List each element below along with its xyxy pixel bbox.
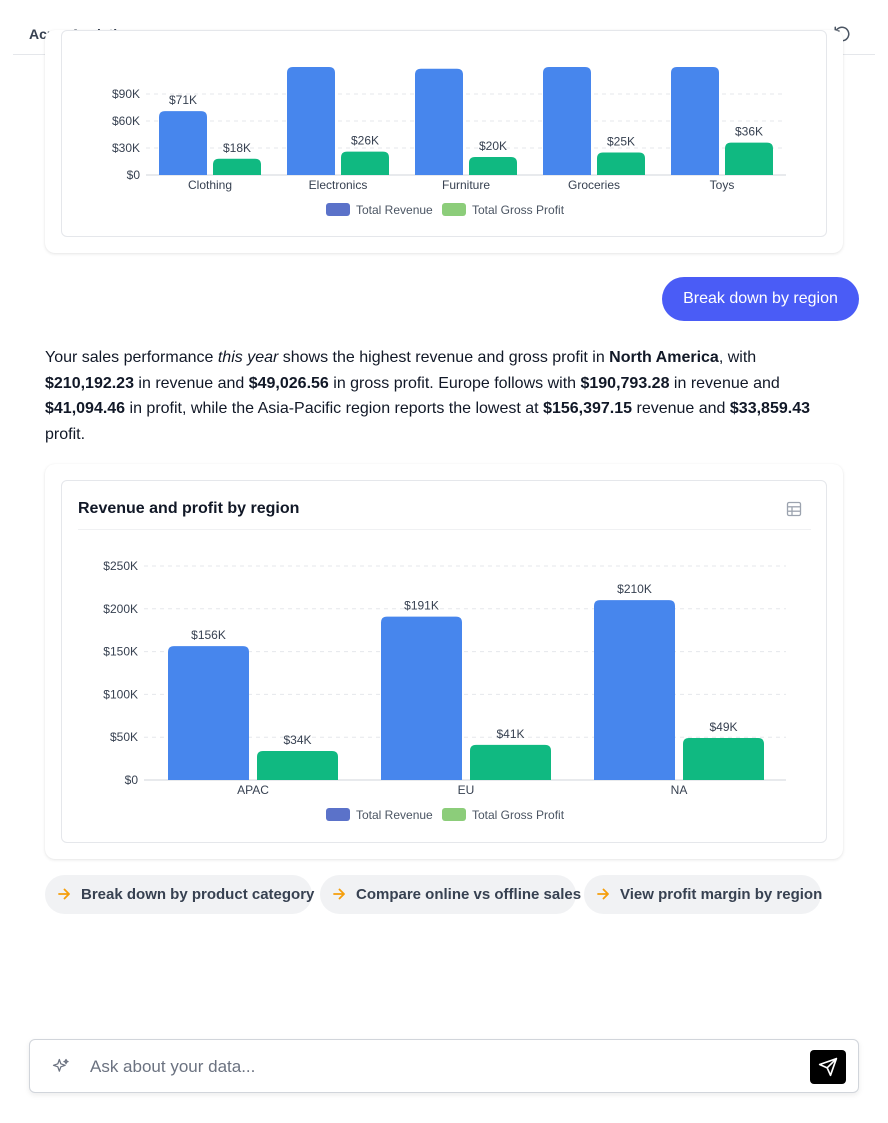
- arrow-right-icon: [597, 888, 609, 900]
- y-tick-label: $60K: [112, 114, 140, 128]
- data-label: $49K: [709, 720, 737, 734]
- legend-swatch: [326, 808, 350, 821]
- x-tick-label: Groceries: [568, 178, 620, 192]
- bar: [159, 111, 207, 175]
- x-tick-label: Toys: [710, 178, 735, 192]
- y-tick-label: $50K: [110, 730, 138, 744]
- x-tick-label: Electronics: [309, 178, 368, 192]
- chat-input-bar: [29, 1039, 859, 1093]
- data-label: $156K: [191, 628, 226, 642]
- suggestion-chip[interactable]: Compare online vs offline sales: [320, 875, 581, 914]
- region-chart-card: Revenue and profit by region $0 $50K $100K…: [45, 464, 843, 859]
- legend-swatch: [442, 203, 466, 216]
- y-tick-label: $100K: [103, 687, 138, 701]
- bar: [594, 600, 675, 780]
- send-button[interactable]: [810, 1050, 846, 1084]
- x-tick-label: Clothing: [188, 178, 232, 192]
- data-label: $26K: [351, 134, 379, 148]
- arrow-right-icon: [333, 888, 345, 900]
- x-tick-label: APAC: [237, 783, 269, 797]
- legend-swatch: [326, 203, 350, 216]
- data-label: $20K: [479, 139, 507, 153]
- user-message: Break down by region: [662, 277, 859, 321]
- data-label: $36K: [735, 125, 763, 139]
- assistant-summary: Your sales performance this year shows t…: [45, 349, 810, 444]
- bar: [415, 68, 463, 175]
- bar: [597, 152, 645, 175]
- data-label: $41K: [496, 727, 524, 741]
- data-label: $71K: [169, 93, 197, 107]
- bar: [671, 67, 719, 175]
- x-tick-label: NA: [671, 783, 688, 797]
- bar: [683, 738, 764, 780]
- send-icon: [818, 1057, 838, 1077]
- suggestion-chip[interactable]: Break down by product category: [45, 875, 315, 914]
- category-chart-panel: $0 $30K $60K $90K $71K $18K Clothing $26K Electr…: [61, 30, 827, 237]
- y-tick-label: $30K: [112, 141, 140, 155]
- legend-label: Total Gross Profit: [472, 203, 565, 217]
- suggestion-chip[interactable]: View profit margin by region: [584, 875, 823, 914]
- bar: [257, 751, 338, 780]
- bar: [470, 744, 551, 780]
- data-label: $210K: [617, 582, 652, 596]
- bar: [287, 67, 335, 175]
- arrow-right-icon: [58, 888, 70, 900]
- category-chart-card: $0 $30K $60K $90K $71K $18K Clothing $26K Electr…: [45, 30, 843, 253]
- legend-label: Total Gross Profit: [472, 808, 565, 822]
- x-tick-label: Furniture: [442, 178, 490, 192]
- y-tick-label: $200K: [103, 602, 138, 616]
- legend-swatch: [442, 808, 466, 821]
- legend-label: Total Revenue: [356, 808, 433, 822]
- data-label: $191K: [404, 599, 439, 613]
- region-chart: $0 $50K $100K $150K $200K $250K $156K $34K APAC $…: [103, 559, 786, 822]
- bar: [469, 157, 517, 175]
- y-tick-label: $0: [127, 168, 141, 182]
- region-chart-panel: Revenue and profit by region $0 $50K $100K…: [61, 480, 827, 843]
- y-tick-label: $150K: [103, 645, 138, 659]
- suggestion-label: View profit margin by region: [620, 886, 823, 903]
- data-label: $34K: [283, 733, 311, 747]
- y-tick-label: $250K: [103, 559, 138, 573]
- bar: [725, 142, 773, 175]
- bar: [341, 151, 389, 175]
- y-tick-label: $90K: [112, 87, 140, 101]
- y-tick-label: $0: [125, 773, 139, 787]
- suggestion-label: Break down by product category: [81, 886, 315, 903]
- legend-label: Total Revenue: [356, 203, 433, 217]
- x-tick-label: EU: [458, 783, 475, 797]
- sparkle-icon: [52, 1058, 69, 1072]
- suggestion-label: Compare online vs offline sales: [356, 886, 582, 903]
- chat-input[interactable]: [90, 1052, 790, 1082]
- bar: [168, 646, 249, 780]
- bar: [543, 67, 591, 175]
- data-label: $18K: [223, 141, 251, 155]
- category-chart: $0 $30K $60K $90K $71K $18K Clothing $26K Electr…: [112, 67, 786, 217]
- bar: [381, 616, 462, 780]
- bar: [213, 158, 261, 175]
- data-label: $25K: [607, 135, 635, 149]
